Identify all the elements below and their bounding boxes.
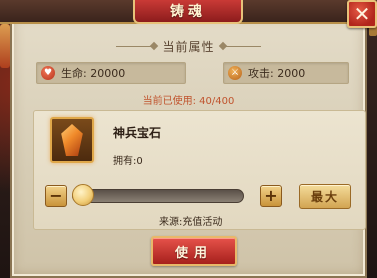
max-button[interactable]: 最大 (299, 184, 351, 209)
section-heading: 当前属性 (0, 38, 377, 54)
item-slot[interactable] (50, 117, 94, 163)
section-title: 当前属性 (162, 39, 215, 54)
life-value: 生命: 20000 (61, 67, 126, 80)
used-count: 当前已使用: 40/400 (142, 96, 235, 107)
title-plaque: 铸魂 (133, 0, 243, 24)
close-button[interactable]: ✕ (347, 0, 377, 28)
item-name: 神兵宝石 (113, 126, 162, 140)
sword-icon: ⚔ (228, 66, 242, 80)
divider-ornament-right (222, 45, 261, 47)
item-owned-count: 拥有:0 (113, 156, 143, 167)
heart-icon: ♥ (41, 66, 55, 80)
gem-icon (61, 124, 83, 156)
attack-value: 攻击: 2000 (248, 67, 306, 80)
attack-attribute: ⚔ 攻击: 2000 (223, 62, 349, 84)
quantity-slider[interactable] (72, 189, 244, 203)
item-source: 来源:充值活动 (159, 217, 223, 228)
life-attribute: ♥ 生命: 20000 (36, 62, 186, 84)
divider-ornament-left (116, 45, 155, 47)
increase-button[interactable]: + (260, 185, 282, 207)
decrease-button[interactable]: − (45, 185, 67, 207)
use-button[interactable]: 使用 (151, 236, 237, 266)
max-button-label: 最大 (310, 190, 339, 204)
use-button-label: 使用 (174, 245, 213, 261)
plus-icon: + (264, 186, 278, 205)
close-icon: ✕ (353, 2, 371, 26)
minus-icon: − (49, 186, 63, 205)
window-title: 铸魂 (170, 4, 206, 20)
slider-handle[interactable] (72, 184, 94, 206)
